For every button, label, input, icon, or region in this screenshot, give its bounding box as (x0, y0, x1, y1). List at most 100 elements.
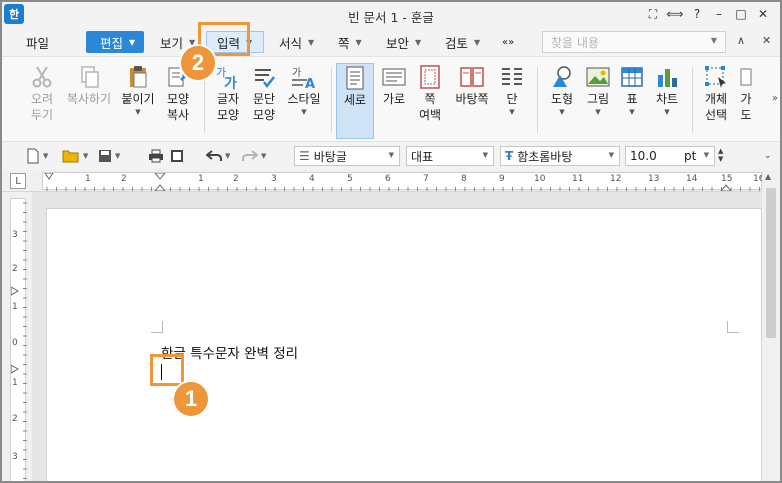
chevron-down-icon[interactable]: ▼ (83, 152, 88, 160)
redo-button[interactable]: ▼ (242, 147, 266, 165)
chevron-down-icon[interactable]: ▼ (509, 107, 514, 117)
new-doc-button[interactable]: ▼ (26, 147, 48, 165)
more-tools-button[interactable]: 가 도 (736, 63, 756, 139)
columns-icon (498, 63, 526, 91)
style-select[interactable]: ☰ 바탕글 ▼ (294, 146, 400, 166)
chevron-down-icon[interactable]: ▼ (261, 152, 266, 160)
char-shape-button[interactable]: 가가 글자 모양 (208, 63, 248, 139)
portrait-button[interactable]: 세로 (336, 63, 374, 139)
cut-button[interactable]: 오려 두기 (22, 63, 62, 139)
chevron-down-icon: ▼ (129, 37, 136, 47)
chevron-down-icon[interactable]: ▼ (115, 152, 120, 160)
window-controls: ⛶ ⟺ ? – □ ✕ (642, 5, 774, 23)
chevron-down-icon[interactable]: ▼ (389, 151, 394, 159)
ribbon-divider (331, 67, 332, 133)
minimize-icon[interactable]: – (708, 5, 730, 23)
page-bg-icon (458, 63, 486, 91)
menu-security[interactable]: 보안 ▼ (386, 31, 421, 53)
help-icon[interactable]: ? (686, 5, 708, 23)
chevron-down-icon[interactable]: ▼ (225, 152, 230, 160)
para-style-select[interactable]: 대표 ▼ (406, 146, 494, 166)
ruler-strip[interactable]: 1 2 1 2 3 4 5 6 7 8 9 10 11 12 13 14 15 … (42, 172, 764, 191)
resize-icon[interactable]: ⟺ (664, 5, 686, 23)
chevron-down-icon[interactable]: ▼ (711, 36, 717, 45)
chevron-down-icon[interactable]: ▼ (704, 151, 709, 159)
chevron-down-icon[interactable]: ▼ (483, 151, 488, 159)
table-button[interactable]: 표 ▼ (612, 63, 652, 139)
style-label: 스타일 (287, 92, 321, 106)
paste-button[interactable]: 붙이기 ▼ (118, 63, 158, 139)
para-shape-button[interactable]: 문단 모양 (244, 63, 284, 139)
undo-button[interactable]: ▼ (206, 147, 230, 165)
menu-review-label: 검토 (445, 35, 469, 51)
chevron-down-icon[interactable]: ▼ (135, 107, 140, 117)
close-doc-icon[interactable]: ✕ (762, 34, 771, 47)
style-button[interactable]: 가A 스타일 ▼ (282, 63, 326, 139)
folder-icon (62, 150, 79, 163)
menu-page-label: 쪽 (338, 35, 350, 51)
tools-icon: «» (502, 36, 515, 48)
more-tools-icon (736, 63, 756, 91)
scroll-thumb[interactable] (766, 188, 776, 338)
collapse-ribbon-icon[interactable]: ∧ (737, 34, 745, 47)
style-icon: 가A (290, 63, 318, 91)
select-object-icon (702, 63, 730, 91)
step-badge-2: 2 (179, 44, 217, 82)
print-button[interactable] (148, 147, 164, 165)
page-bg-button[interactable]: 바탕쪽 (450, 63, 494, 139)
maximize-icon[interactable]: □ (730, 5, 752, 23)
step-up-icon[interactable]: ▲ (718, 147, 723, 155)
select-object-button[interactable]: 개체 선택 (696, 63, 736, 139)
ruler-number: 3 (12, 230, 18, 240)
ruler-number: 1 (85, 174, 91, 184)
ruler-number: 11 (572, 174, 584, 184)
chart-button[interactable]: 차트 ▼ (647, 63, 687, 139)
save-button[interactable]: ▼ (98, 147, 120, 165)
scroll-up-icon[interactable]: ▲ (765, 172, 771, 181)
more-tools-label-2: 도 (740, 108, 752, 122)
columns-button[interactable]: 단 ▼ (492, 63, 532, 139)
step-down-icon[interactable]: ▼ (718, 155, 723, 163)
chevron-down-icon[interactable]: ▼ (43, 152, 48, 160)
preview-icon (171, 150, 183, 162)
menu-security-label: 보안 (386, 35, 410, 51)
horizontal-ruler: L 1 2 1 2 3 4 5 6 7 8 9 10 11 12 13 14 1… (2, 170, 780, 192)
font-select[interactable]: Ŧ 함초롬바탕 ▼ (500, 146, 620, 166)
menu-edit-label: 편집 (100, 35, 124, 51)
menu-tools[interactable]: «» (502, 31, 514, 53)
font-size-input[interactable]: 10.0 pt ▼ (625, 146, 715, 166)
menu-review[interactable]: 검토 ▼ (445, 31, 480, 53)
landscape-button[interactable]: 가로 (374, 63, 414, 139)
copy-button[interactable]: 복사하기 (66, 63, 112, 139)
ruler-number: 8 (461, 174, 467, 184)
chevron-down-icon[interactable]: ▼ (609, 151, 614, 159)
vertical-scrollbar[interactable]: ▲ (762, 170, 780, 481)
chevron-down-icon[interactable]: ▼ (301, 107, 306, 117)
menu-edit[interactable]: 편집 ▼ (86, 31, 144, 53)
page-margin-button[interactable]: 쪽 여백 (410, 63, 450, 139)
menu-file[interactable]: 파일 (26, 31, 49, 53)
chevron-down-icon[interactable]: ▼ (664, 107, 669, 117)
toolbar-expand-icon[interactable]: ⌄ (764, 147, 772, 165)
font-size-stepper[interactable]: ▲ ▼ (718, 147, 723, 165)
document-page[interactable]: 한글 특수문자 완벽 정리 (46, 208, 762, 481)
menu-format[interactable]: 서식 ▼ (279, 31, 314, 53)
chevron-down-icon[interactable]: ▼ (629, 107, 634, 117)
menu-page[interactable]: 쪽 ▼ (338, 31, 362, 53)
picture-icon (584, 63, 612, 91)
chevron-down-icon[interactable]: ▼ (559, 107, 564, 117)
document-area[interactable]: 한글 특수문자 완벽 정리 (32, 192, 762, 481)
ruler-number: 2 (121, 174, 127, 184)
char-shape-label-2: 모양 (216, 108, 240, 122)
shapes-button[interactable]: 도형 ▼ (542, 63, 582, 139)
chevron-down-icon[interactable]: ▼ (595, 107, 600, 117)
ribbon-expand-icon[interactable]: » (772, 93, 778, 104)
search-input[interactable]: 찾을 내용 ▼ (542, 31, 726, 53)
preview-button[interactable] (170, 147, 184, 165)
svg-text:가: 가 (224, 76, 237, 90)
close-icon[interactable]: ✕ (752, 5, 774, 23)
table-icon (618, 63, 646, 91)
tab-type-icon[interactable]: L (10, 173, 26, 189)
open-button[interactable]: ▼ (62, 147, 88, 165)
fullscreen-icon[interactable]: ⛶ (642, 5, 664, 23)
